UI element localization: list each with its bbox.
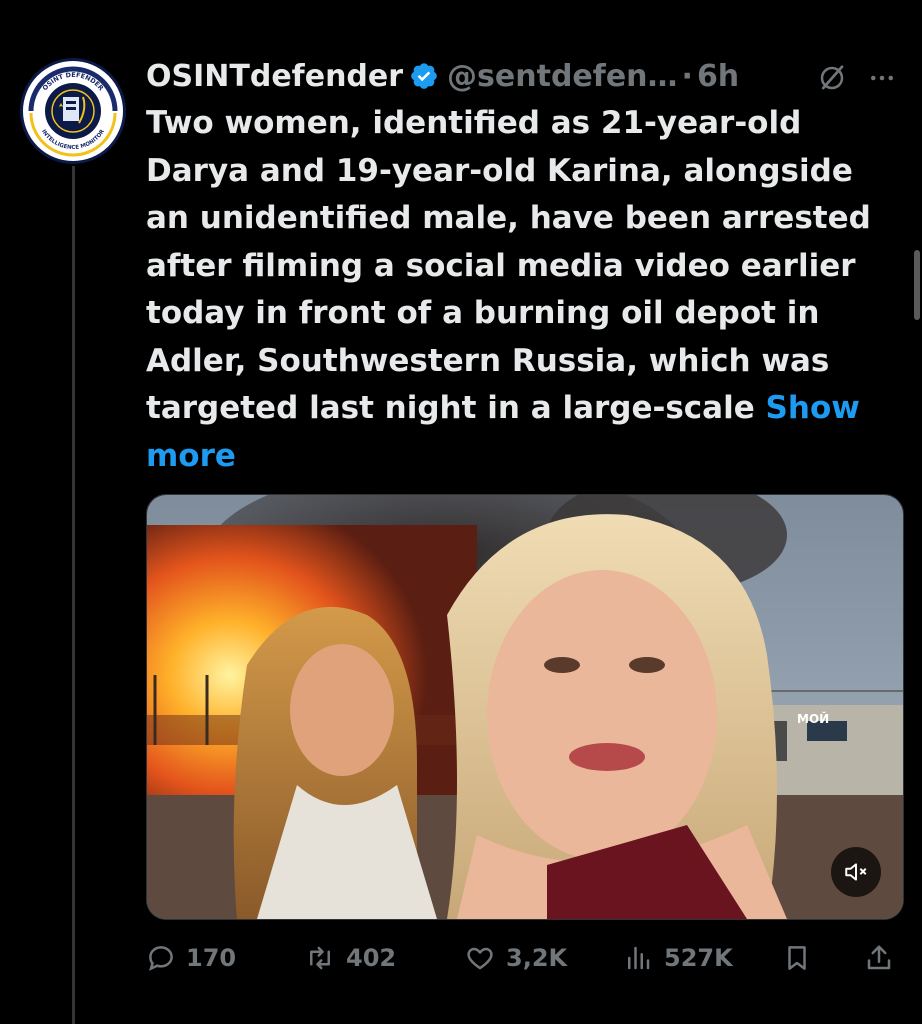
video-frame: МОЙ [147, 495, 903, 919]
thread-line [72, 166, 75, 1024]
separator-dot: · [681, 58, 693, 94]
tweet-text: Two women, identified as 21-year-old Dar… [146, 105, 871, 426]
bookmark-icon [788, 946, 806, 970]
repost-button[interactable]: 402 [304, 936, 396, 980]
reply-count: 170 [186, 944, 237, 972]
author-name[interactable]: OSINTdefender [146, 59, 403, 94]
tweet-header: OSINTdefender @sentdefen… · 6h [146, 54, 739, 98]
osint-defender-logo: OSINT DEFENDER INTELLIGENCE MONITOR [26, 64, 120, 158]
author-handle[interactable]: @sentdefen… [447, 59, 677, 94]
tweet-video[interactable]: МОЙ [146, 494, 904, 920]
grok-icon[interactable] [812, 58, 852, 98]
share-button[interactable] [864, 936, 894, 980]
avatar[interactable]: OSINT DEFENDER INTELLIGENCE MONITOR [20, 58, 126, 164]
reply-button[interactable]: 170 [146, 936, 236, 980]
reply-icon [149, 946, 173, 971]
heart-icon [467, 947, 493, 970]
repost-icon [310, 946, 330, 970]
bookmark-button[interactable] [782, 936, 812, 980]
views-button[interactable]: 527K [622, 936, 733, 980]
more-options-icon[interactable] [862, 58, 902, 98]
action-bar: 170 402 3,2K 527K [146, 936, 902, 980]
sign-text: МОЙ [797, 711, 829, 726]
views-icon [628, 946, 650, 970]
verified-badge-icon[interactable] [409, 61, 439, 91]
volume-muted-icon[interactable] [831, 847, 881, 897]
share-icon [867, 945, 891, 970]
like-count: 3,2K [506, 944, 568, 972]
tweet-body: Two women, identified as 21-year-old Dar… [146, 100, 886, 480]
like-button[interactable]: 3,2K [464, 936, 567, 980]
views-count: 527K [664, 944, 733, 972]
repost-count: 402 [346, 944, 397, 972]
scrollbar[interactable] [914, 250, 920, 320]
tweet-time[interactable]: 6h [697, 59, 739, 94]
